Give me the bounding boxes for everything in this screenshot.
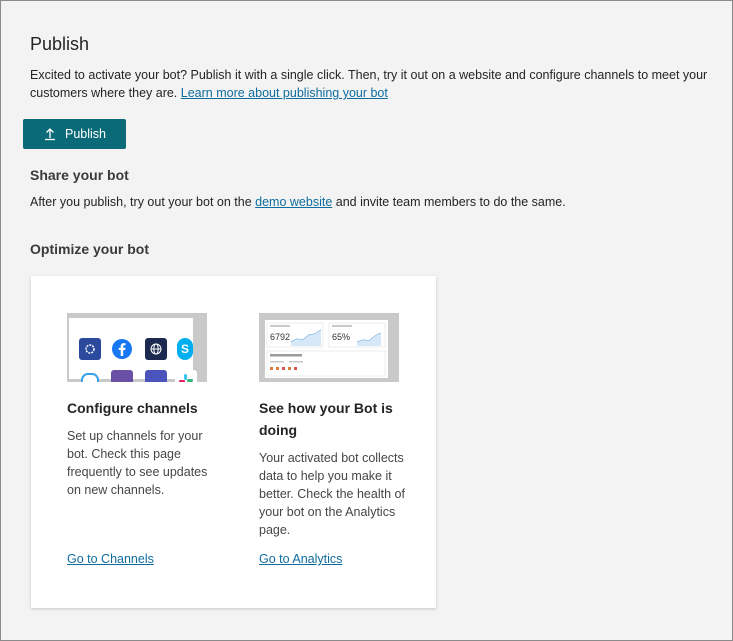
analytics-thumbnail: 6792 65% bbox=[259, 313, 399, 382]
share-text-before: After you publish, try out your bot on t… bbox=[30, 195, 252, 209]
go-to-analytics-link[interactable]: Go to Analytics bbox=[259, 552, 342, 566]
rate-stat: 65% bbox=[332, 332, 351, 342]
analytics-title: See how your Bot is doing bbox=[259, 400, 393, 438]
publish-button[interactable]: Publish bbox=[23, 119, 126, 149]
channels-thumbnail: S bbox=[67, 313, 207, 382]
optimize-card: S Configure channels Set up channels for… bbox=[31, 276, 436, 608]
publish-button-label: Publish bbox=[65, 127, 106, 141]
sessions-stat: 6792 bbox=[270, 332, 291, 342]
go-to-channels-link[interactable]: Go to Channels bbox=[67, 552, 154, 566]
optimize-section-title: Optimize your bot bbox=[30, 241, 149, 257]
people-icon bbox=[145, 370, 167, 382]
page-title: Publish bbox=[30, 34, 90, 54]
configure-channels-description: Set up channels for your bot. Check this… bbox=[67, 429, 208, 497]
analytics-dashboard-image bbox=[266, 322, 386, 377]
cortana-icon bbox=[81, 373, 99, 382]
intro-text: Excited to activate your bot? Publish it… bbox=[30, 66, 720, 102]
share-text: After you publish, try out your bot on t… bbox=[30, 193, 566, 211]
share-text-after: and invite team members to do the same. bbox=[335, 195, 566, 209]
teams-icon bbox=[111, 370, 133, 382]
publish-page: Publish Excited to activate your bot? Pu… bbox=[1, 1, 732, 640]
skype-icon: S bbox=[177, 338, 193, 360]
analytics-description: Your activated bot collects data to help… bbox=[259, 451, 405, 537]
facebook-icon bbox=[111, 338, 133, 360]
globe-icon bbox=[145, 338, 167, 360]
demo-website-link[interactable]: demo website bbox=[255, 195, 332, 209]
share-section-title: Share your bot bbox=[30, 167, 129, 183]
configure-channels-title: Configure channels bbox=[67, 400, 198, 416]
upload-icon bbox=[45, 128, 55, 141]
slack-icon bbox=[175, 370, 197, 382]
learn-more-link[interactable]: Learn more about publishing your bot bbox=[181, 86, 388, 100]
channels-thumbnail-panel: S bbox=[69, 318, 197, 382]
analytics-thumbnail-panel: 6792 65% bbox=[265, 320, 388, 378]
web-chat-icon bbox=[79, 338, 101, 360]
